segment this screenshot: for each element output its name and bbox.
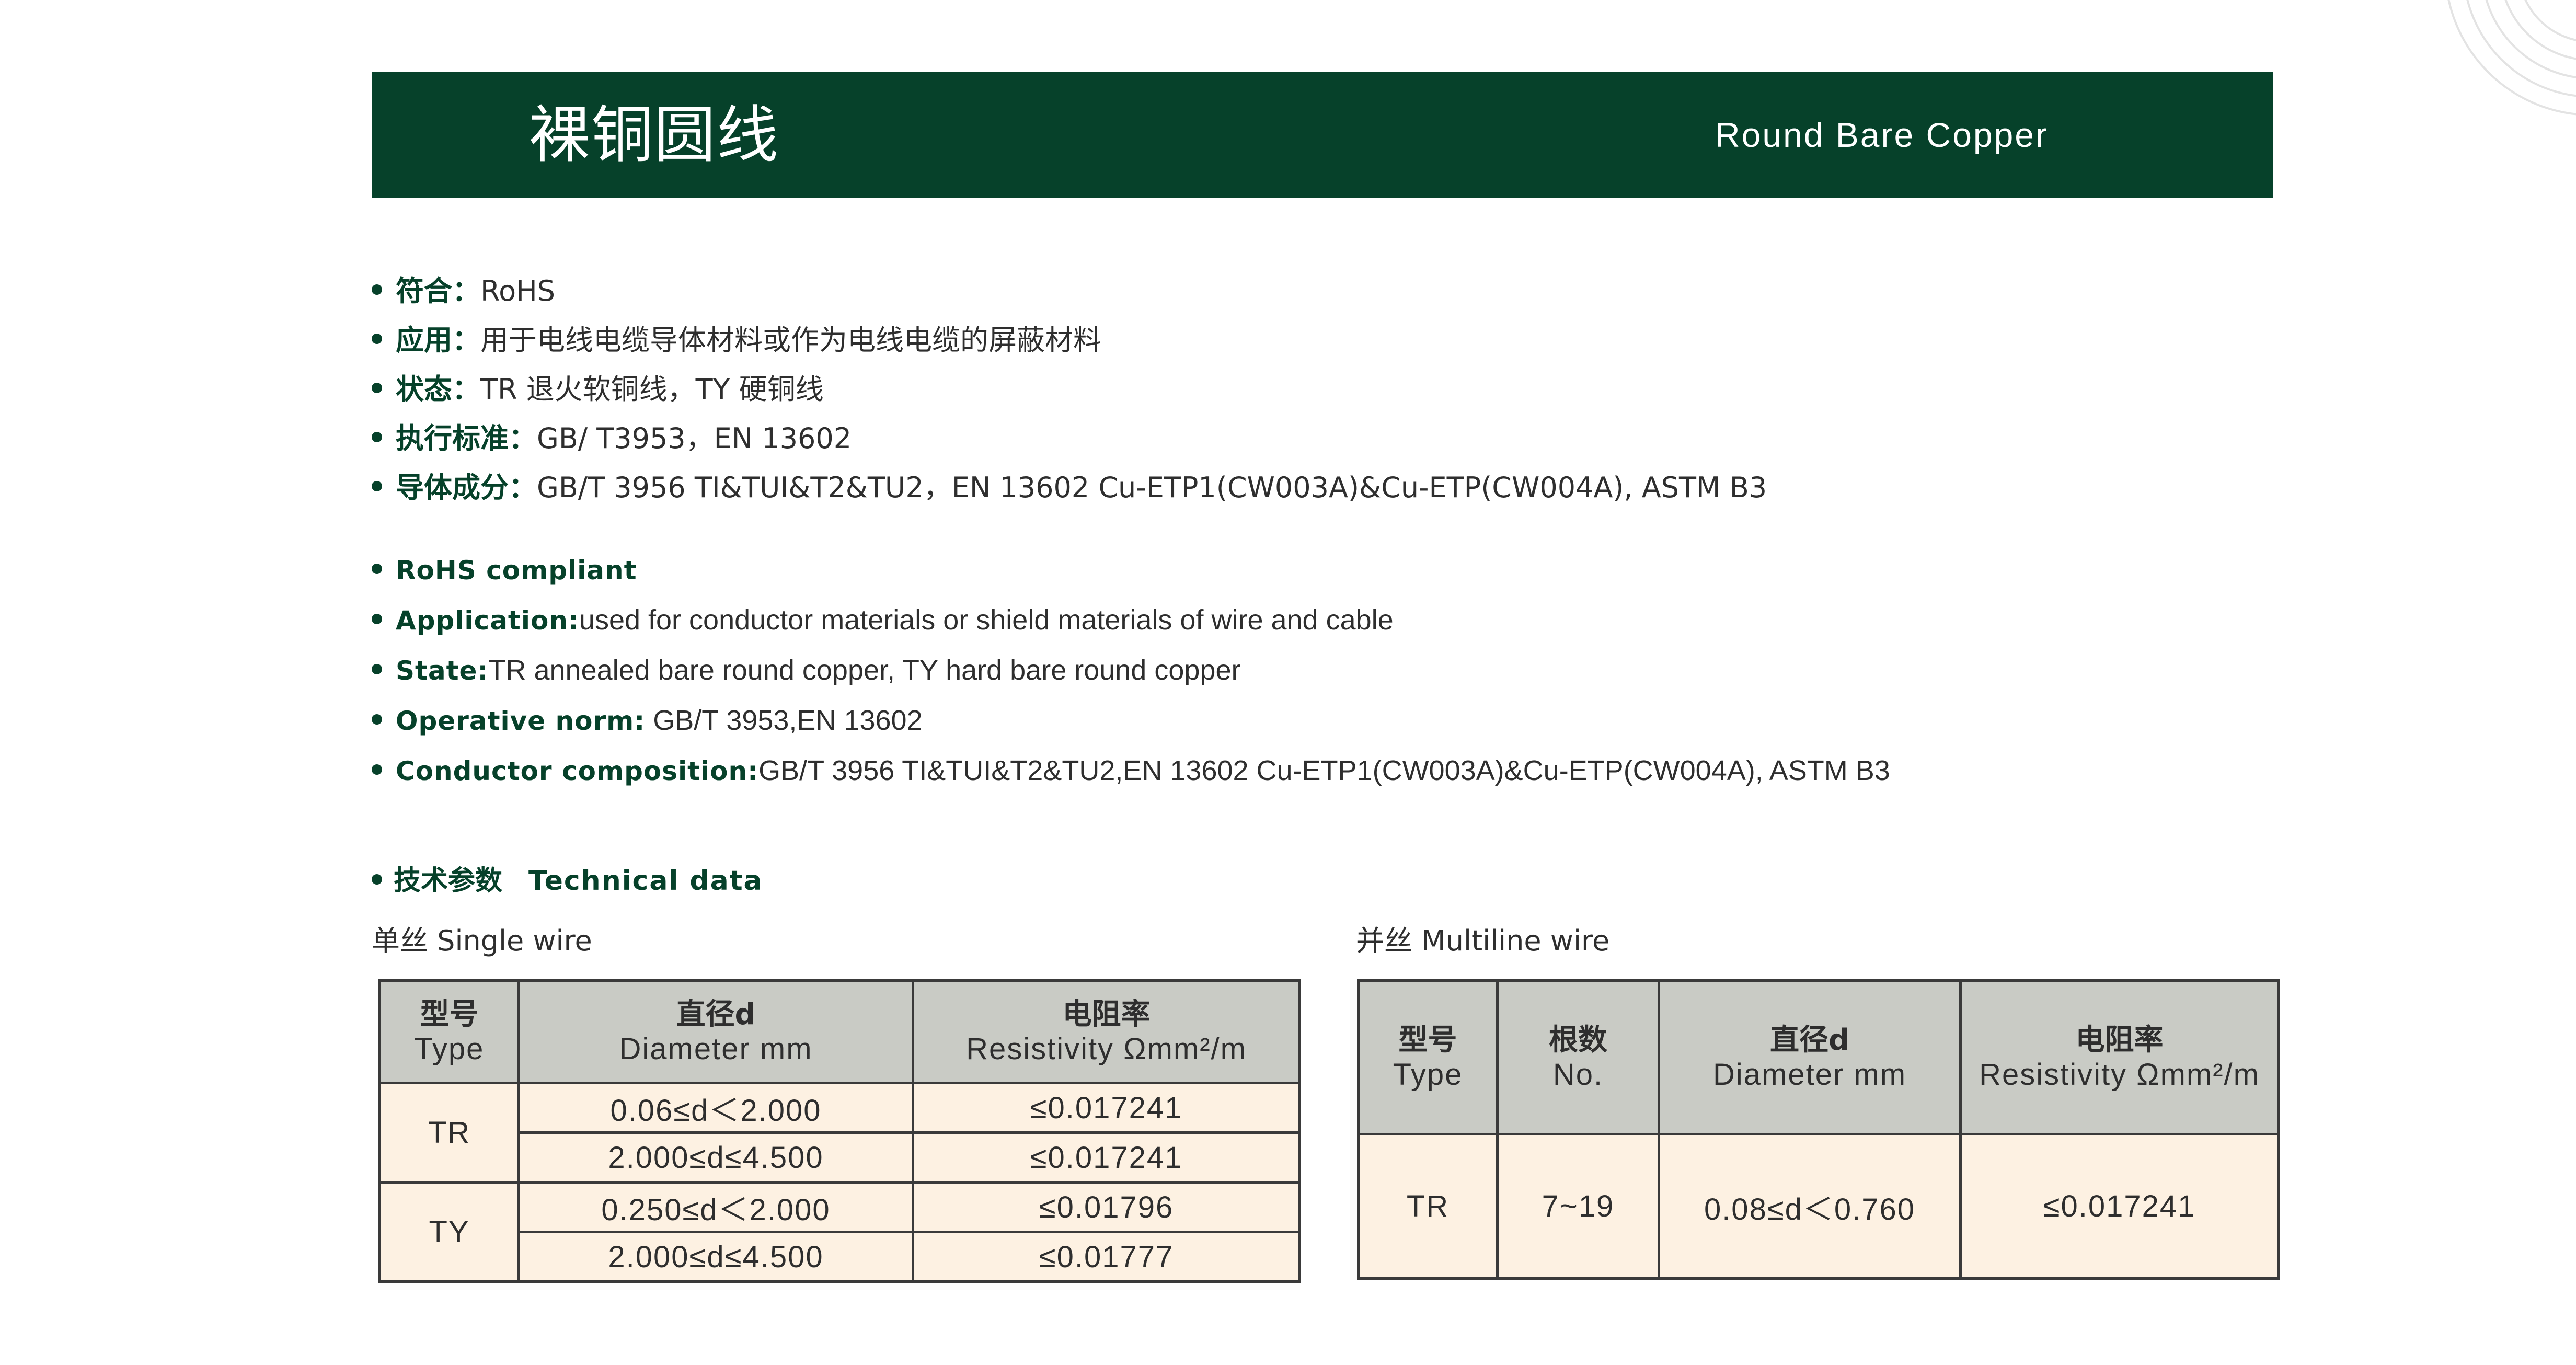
spec-value: used for conductor materials or shield m… — [579, 604, 1394, 636]
type-cell: TR — [1357, 1133, 1499, 1280]
spec-label: 导体成分： — [396, 471, 537, 504]
table-row: TR 7~19 0.08≤d＜0.760 ≤0.017241 — [1357, 1133, 2280, 1280]
spec-item-application-cn: 应用：用于电线电缆导体材料或作为电线电缆的屏蔽材料 — [372, 316, 1767, 365]
table-header-row: 型号 Type 直径d Diameter mm 电阻率 Resistivity Ωmm… — [378, 979, 1301, 1084]
spec-item-state-en: State:TR annealed bare round copper, TY … — [372, 645, 1890, 695]
bullet-dot-icon — [372, 663, 382, 674]
count-cell: 7~19 — [1496, 1133, 1660, 1280]
type-cell: TY — [378, 1181, 520, 1283]
spec-value: TR 退火软铜线，TY 硬铜线 — [480, 373, 824, 406]
diameter-cell: 0.06≤d＜2.000 — [518, 1082, 914, 1134]
spec-value: GB/ T3953，EN 13602 — [537, 422, 852, 455]
spec-label: 应用： — [396, 324, 480, 357]
bullet-dot-icon — [372, 764, 382, 775]
bullet-dot-icon — [372, 613, 382, 624]
table-row: TY 0.250≤d＜2.000 ≤0.01796 — [378, 1181, 1301, 1283]
spec-label: Operative norm: — [396, 706, 646, 736]
resistivity-cell: ≤0.01796 — [912, 1181, 1301, 1233]
bullet-dot-icon — [372, 481, 382, 492]
header-banner: 裸铜圆线 Round Bare Copper — [372, 72, 2273, 198]
spec-value: GB/T 3953,EN 13602 — [645, 705, 923, 736]
diameter-cell: 2.000≤d≤4.500 — [518, 1231, 914, 1283]
header-diameter: 直径d Diameter mm — [1658, 979, 1962, 1135]
diameter-cell: 0.08≤d＜0.760 — [1658, 1133, 1962, 1280]
spec-label: RoHS compliant — [396, 555, 637, 586]
spec-item-composition-en: Conductor composition:GB/T 3956 TI&TUI&T… — [372, 745, 1890, 796]
corner-arcs-decoration — [2447, 0, 2576, 116]
spec-value: 用于电线电缆导体材料或作为电线电缆的屏蔽材料 — [480, 324, 1101, 357]
resistivity-cell: ≤0.017241 — [912, 1131, 1301, 1184]
section-title-en: Technical data — [528, 865, 763, 897]
bullet-dot-icon — [372, 334, 382, 345]
table-header-row: 型号 Type 根数 No. 直径d Diameter mm 电阻率 Resistivi… — [1357, 979, 2280, 1135]
spec-item-compliance-en: RoHS compliant — [372, 545, 1890, 595]
multiline-wire-table: 型号 Type 根数 No. 直径d Diameter mm 电阻率 Resistivi… — [1357, 979, 2280, 1280]
section-title-cn: 技术参数 — [394, 865, 503, 897]
single-wire-caption: 单丝 Single wire — [372, 924, 592, 957]
bullet-dot-icon — [372, 432, 382, 443]
diameter-cell: 2.000≤d≤4.500 — [518, 1131, 914, 1184]
spec-item-compliance-cn: 符合：RoHS — [372, 267, 1767, 316]
spec-value: GB/T 3956 TI&TUI&T2&TU2,EN 13602 Cu-ETP1… — [758, 755, 1890, 786]
resistivity-cell: ≤0.01777 — [912, 1231, 1301, 1283]
page-title-en: Round Bare Copper — [1715, 116, 2049, 154]
header-diameter: 直径d Diameter mm — [518, 979, 914, 1084]
spec-label: 符合： — [396, 274, 480, 307]
technical-data-heading: 技术参数 Technical data — [372, 857, 763, 904]
spec-label: 执行标准： — [396, 422, 537, 455]
spec-value: RoHS — [480, 274, 556, 307]
spec-label: 状态： — [396, 373, 480, 406]
header-count: 根数 No. — [1496, 979, 1660, 1135]
spec-item-norm-en: Operative norm: GB/T 3953,EN 13602 — [372, 695, 1890, 745]
spec-item-application-en: Application:used for conductor materials… — [372, 595, 1890, 645]
header-type: 型号 Type — [378, 979, 520, 1084]
type-cell: TR — [378, 1082, 520, 1184]
spec-item-state-cn: 状态：TR 退火软铜线，TY 硬铜线 — [372, 365, 1767, 414]
bullet-dot-icon — [372, 383, 382, 394]
header-type: 型号 Type — [1357, 979, 1499, 1135]
table-row: TR 0.06≤d＜2.000 ≤0.017241 — [378, 1082, 1301, 1184]
resistivity-cell: ≤0.017241 — [1959, 1133, 2280, 1280]
spec-list-en: RoHS compliant Application:used for cond… — [372, 545, 1890, 796]
header-resistivity: 电阻率 Resistivity Ωmm²/m — [1959, 979, 2280, 1135]
spec-label: State: — [396, 656, 489, 686]
multiline-wire-caption: 并丝 Multiline wire — [1356, 924, 1610, 957]
bullet-dot-icon — [372, 563, 382, 574]
bullet-dot-icon — [372, 284, 382, 295]
spec-value: TR annealed bare round copper, TY hard b… — [488, 655, 1241, 686]
page-title-cn: 裸铜圆线 — [528, 99, 780, 171]
spec-label: Conductor composition: — [396, 756, 759, 786]
bullet-dot-icon — [372, 714, 382, 725]
spec-list-cn: 符合：RoHS 应用：用于电线电缆导体材料或作为电线电缆的屏蔽材料 状态：TR … — [372, 267, 1767, 512]
spec-item-composition-cn: 导体成分：GB/T 3956 TI&TUI&T2&TU2，EN 13602 Cu… — [372, 463, 1767, 512]
bullet-dot-icon — [372, 874, 382, 885]
single-wire-table: 型号 Type 直径d Diameter mm 电阻率 Resistivity Ωmm… — [378, 979, 1301, 1283]
spec-label: Application: — [396, 605, 579, 636]
resistivity-cell: ≤0.017241 — [912, 1082, 1301, 1134]
diameter-cell: 0.250≤d＜2.000 — [518, 1181, 914, 1233]
spec-item-norm-cn: 执行标准：GB/ T3953，EN 13602 — [372, 414, 1767, 463]
header-resistivity: 电阻率 Resistivity Ωmm²/m — [912, 979, 1301, 1084]
spec-value: GB/T 3956 TI&TUI&T2&TU2，EN 13602 Cu-ETP1… — [537, 471, 1767, 504]
